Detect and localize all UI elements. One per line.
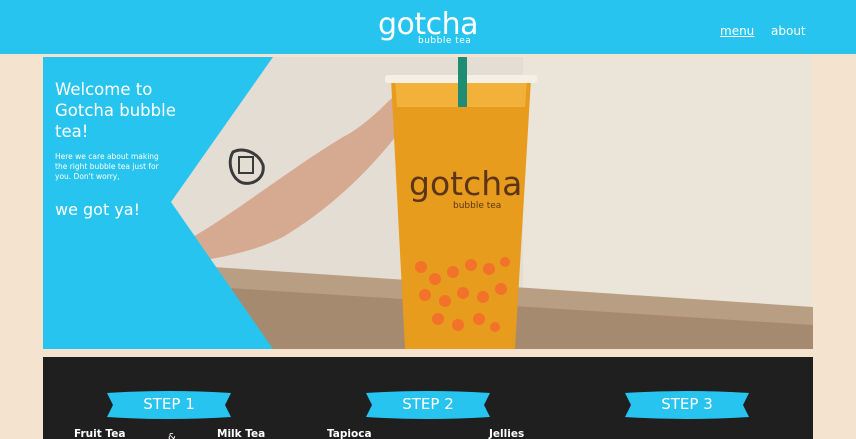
step-2-label: STEP 2 bbox=[402, 395, 454, 413]
brand-logo[interactable]: gotcha bubble tea bbox=[378, 7, 479, 48]
site-header: gotcha bubble tea menu about bbox=[0, 0, 856, 54]
hero-banner: gotcha bubble tea Welcome to Gotcha bubb… bbox=[43, 57, 813, 349]
step-3-label: STEP 3 bbox=[661, 395, 713, 413]
steps-section: STEP 1 Fruit Tea & Milk Tea STEP 2 Tapio… bbox=[43, 357, 813, 439]
hero-tagline: we got ya! bbox=[55, 200, 141, 219]
step-1-label: STEP 1 bbox=[143, 395, 195, 413]
hero-title: Welcome to Gotcha bubble tea! bbox=[55, 80, 176, 141]
step-1-option-milk-tea[interactable]: Milk Tea bbox=[217, 428, 265, 439]
nav-link-menu[interactable]: menu bbox=[720, 24, 754, 38]
cup-brand: gotcha bbox=[409, 164, 522, 203]
hero-description: Here we care about making the right bubb… bbox=[55, 152, 159, 181]
step-1-separator: & bbox=[168, 432, 176, 439]
step-2-option-jellies[interactable]: Jellies bbox=[489, 428, 524, 439]
cup-brand-sub: bubble tea bbox=[453, 201, 501, 211]
brand-subtitle: bubble tea bbox=[418, 36, 472, 46]
nav-link-about[interactable]: about bbox=[771, 24, 806, 38]
step-1-option-fruit-tea[interactable]: Fruit Tea bbox=[74, 428, 125, 439]
step-2-option-tapioca[interactable]: Tapioca bbox=[327, 428, 372, 439]
